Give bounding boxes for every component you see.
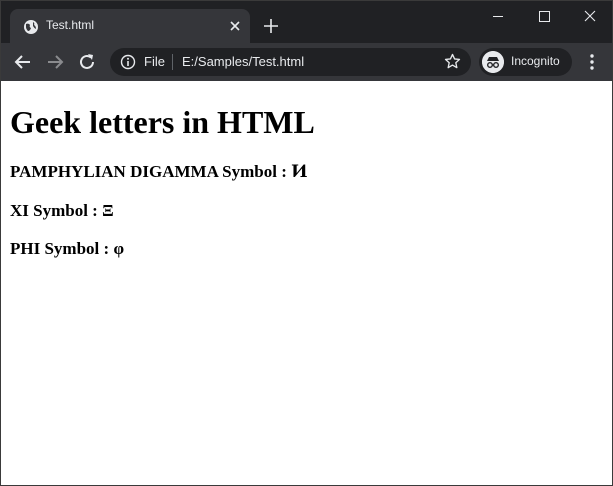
bookmark-star-icon[interactable] [444, 53, 461, 70]
incognito-label: Incognito [511, 54, 560, 68]
maximize-icon[interactable] [521, 1, 567, 31]
close-tab-icon[interactable] [227, 18, 243, 34]
symbol-glyph: Ͷ [291, 162, 308, 181]
symbol-line-phi: PHI Symbol : φ [10, 238, 124, 260]
active-tab[interactable]: Test.html [10, 9, 250, 43]
browser-toolbar: File E:/Samples/Test.html Incognito [1, 43, 612, 81]
symbol-label: PAMPHYLIAN DIGAMMA Symbol : [10, 162, 292, 181]
incognito-icon [482, 51, 504, 73]
new-tab-icon[interactable] [263, 18, 279, 34]
info-icon[interactable] [120, 54, 136, 70]
incognito-badge[interactable]: Incognito [479, 48, 572, 76]
symbol-glyph: Ξ [102, 201, 114, 220]
reload-icon[interactable] [78, 53, 96, 71]
symbol-line-digamma: PAMPHYLIAN DIGAMMA Symbol : Ͷ [10, 161, 308, 183]
browser-window: Test.html File E:/Samples/Test.html Inco… [0, 0, 613, 486]
forward-arrow-icon[interactable] [46, 53, 64, 71]
omnibox-divider [172, 54, 173, 70]
close-window-icon[interactable] [567, 1, 613, 31]
symbol-glyph: φ [113, 239, 125, 258]
page-content: Geek letters in HTML PAMPHYLIAN DIGAMMA … [1, 81, 612, 485]
menu-dots-icon[interactable] [584, 53, 600, 71]
symbol-label: PHI Symbol : [10, 239, 114, 258]
tab-strip: Test.html [1, 1, 612, 43]
symbol-line-xi: XI Symbol : Ξ [10, 200, 114, 222]
symbol-label: XI Symbol : [10, 201, 103, 220]
scheme-label: File [144, 54, 165, 69]
tab-title: Test.html [46, 18, 95, 32]
minimize-icon[interactable] [475, 1, 521, 31]
address-bar[interactable]: File E:/Samples/Test.html [110, 48, 471, 76]
page-heading: Geek letters in HTML [10, 104, 315, 140]
globe-icon [24, 20, 38, 34]
url-text[interactable]: E:/Samples/Test.html [182, 54, 304, 69]
back-arrow-icon[interactable] [14, 53, 32, 71]
